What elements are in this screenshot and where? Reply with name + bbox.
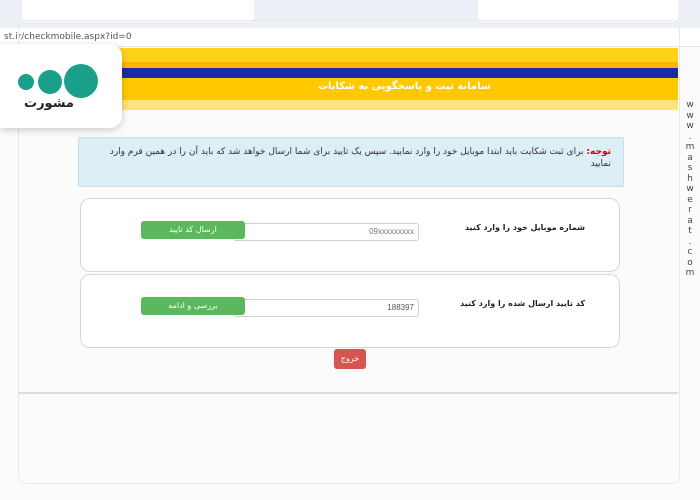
- browser-tab-bar: [0, 0, 700, 28]
- address-url: st.ir/checkmobile.aspx?id=0: [4, 32, 132, 42]
- logo-text: مشورت: [24, 96, 74, 111]
- verify-button[interactable]: بررسی و ادامه: [141, 297, 245, 315]
- notice-box: توجه: برای ثبت شکایت باید ابتدا موبایل خ…: [78, 137, 624, 187]
- brand-logo-card: مشورت: [0, 44, 122, 128]
- side-watermark: www.mashwerat.com: [685, 100, 695, 278]
- logo-dot-icon: [38, 70, 62, 94]
- browser-tab[interactable]: [478, 0, 678, 22]
- logo-dot-icon: [18, 74, 34, 90]
- notice-label: توجه:: [586, 147, 611, 157]
- divider: [18, 392, 678, 394]
- notice-body: برای ثبت شکایت باید ابتدا موبایل خود را …: [109, 147, 611, 169]
- mobile-label: شماره موبایل خود را وارد کنید: [464, 223, 585, 232]
- code-label: کد تایید ارسال شده را وارد کنید: [460, 299, 585, 308]
- notice-text: توجه: برای ثبت شکایت باید ابتدا موبایل خ…: [91, 146, 611, 170]
- browser-tab[interactable]: [22, 0, 254, 22]
- browser-frame: st.ir/checkmobile.aspx?id=0 سامانه ثبت و…: [0, 0, 700, 500]
- mobile-panel: شماره موبایل خود را وارد کنید ارسال کد ت…: [80, 198, 620, 272]
- logo-dot-icon: [64, 64, 98, 98]
- banner-title: سامانه ثبت و پاسخگویی به شکایات: [318, 81, 491, 92]
- exit-button[interactable]: خروج: [334, 349, 366, 369]
- code-panel: کد تایید ارسال شده را وارد کنید بررسی و …: [80, 274, 620, 348]
- code-input[interactable]: [233, 299, 419, 317]
- mobile-input[interactable]: [233, 223, 419, 241]
- send-code-button[interactable]: ارسال کد تایید: [141, 221, 245, 239]
